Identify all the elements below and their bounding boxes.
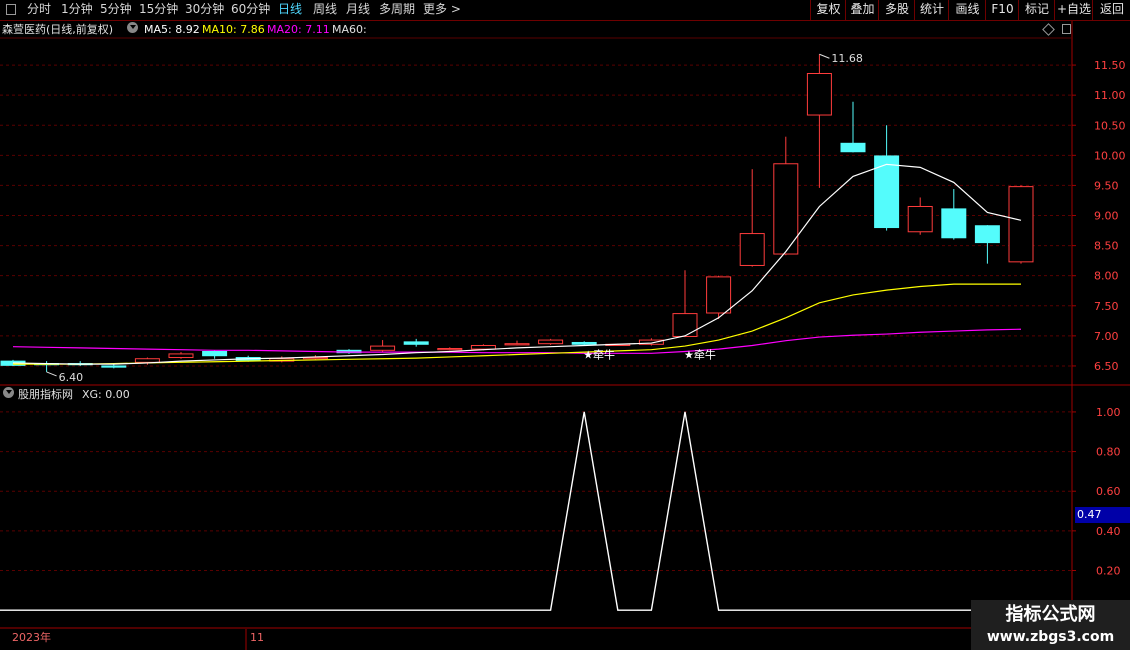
ma60-label: MA60:: [332, 23, 367, 36]
month-label: 11: [250, 631, 264, 644]
candle-body-21: [706, 276, 732, 314]
period-tab-5[interactable]: 60分钟: [231, 1, 270, 18]
candle-body-20: [672, 313, 698, 337]
candle-body-14: [470, 344, 496, 350]
sub-tick-label-1: 0.80: [1096, 446, 1121, 459]
watermark-url: www.zbgs3.com: [986, 629, 1115, 645]
toolbar-button-0[interactable]: 复权: [810, 0, 846, 20]
toolbar-button-4[interactable]: 画线: [948, 0, 986, 20]
toolbar-toggle-icon[interactable]: [6, 4, 16, 15]
period-tab-0[interactable]: 分时: [27, 1, 51, 18]
sub-indicator-dropdown-icon[interactable]: [3, 387, 14, 398]
period-tab-6[interactable]: 日线: [278, 1, 302, 18]
sub-tick-label-2: 0.60: [1096, 485, 1121, 498]
toolbar-button-5[interactable]: F10: [985, 0, 1019, 20]
period-tab-3[interactable]: 15分钟: [139, 1, 178, 18]
candle-body-25: [840, 142, 866, 153]
candle-body-24: [806, 73, 832, 116]
sub-tick-label-4: 0.20: [1096, 565, 1121, 578]
toolbar-button-3[interactable]: 统计: [914, 0, 949, 20]
signal-label-20: ★牵牛: [684, 348, 716, 362]
candle-body-11: [370, 345, 396, 351]
kline-chart[interactable]: 11.50 11.00 10.50 10.00 9.50 9.00 8.50 8.00 7.50…: [0, 0, 1130, 650]
candle-body-29: [974, 225, 1000, 244]
ma5-label: MA5: 8.92: [144, 23, 200, 36]
main-tick-label-2: 10.50: [1094, 119, 1126, 132]
ma20-label: MA20: 7.11: [267, 23, 330, 36]
main-tick-label-10: 6.50: [1094, 360, 1119, 373]
sub-tick-label-0: 1.00: [1096, 406, 1121, 419]
candle-body-12: [403, 341, 429, 345]
period-tab-1[interactable]: 1分钟: [61, 1, 93, 18]
signal-label-17: ★牵牛: [583, 348, 615, 362]
toolbar-button-1[interactable]: 叠加: [845, 0, 879, 20]
high-price-label: 11.68: [831, 52, 863, 65]
toolbar-button-8[interactable]: 返回: [1092, 0, 1130, 20]
settings-icon[interactable]: [1062, 24, 1071, 34]
period-tab-4[interactable]: 30分钟: [185, 1, 224, 18]
period-tab-9[interactable]: 多周期: [379, 1, 415, 18]
candle-body-16: [538, 339, 564, 345]
main-tick-label-6: 8.50: [1094, 240, 1119, 253]
ma10-label: MA10: 7.86: [202, 23, 265, 36]
watermark-title: 指标公式网: [1005, 604, 1096, 625]
main-tick-label-4: 9.50: [1094, 179, 1119, 192]
period-toolbar: 分时 1分钟 5分钟 15分钟 30分钟 60分钟 日线 周线 月线 多周期 更多 > 复权 叠加 多股统…: [0, 0, 1130, 21]
candle-body-17: [571, 341, 597, 345]
candle-body-6: [202, 351, 228, 357]
year-label: 2023年: [12, 631, 51, 644]
low-price-label: 6.40: [59, 371, 84, 384]
main-tick-label-3: 10.00: [1094, 149, 1126, 162]
toolbar-button-7[interactable]: +自选: [1054, 0, 1093, 20]
main-tick-label-8: 7.50: [1094, 300, 1119, 313]
main-tick-label-0: 11.50: [1094, 59, 1126, 72]
xg-line: [0, 411, 1021, 611]
candle-body-15: [504, 343, 530, 346]
watermark: 指标公式网 www.zbgs3.com: [971, 600, 1130, 650]
main-tick-label-5: 9.00: [1094, 210, 1119, 223]
period-tab-7[interactable]: 周线: [313, 1, 337, 18]
current-value-label: 0.47: [1077, 508, 1102, 521]
candle-body-13: [437, 347, 463, 351]
stock-name: 森萱医药(日线,前复权): [2, 23, 114, 36]
candle-body-22: [739, 233, 765, 266]
sub-indicator-name: 股朋指标网: [18, 388, 73, 401]
xg-value: XG: 0.00: [82, 388, 130, 401]
main-tick-label-7: 8.00: [1094, 270, 1119, 283]
indicator-dropdown-icon[interactable]: [127, 22, 138, 33]
candle-body-5: [168, 353, 194, 359]
main-tick-label-9: 7.00: [1094, 330, 1119, 343]
period-tab-8[interactable]: 月线: [346, 1, 370, 18]
low-pointer: [46, 371, 57, 377]
toolbar-button-2[interactable]: 多股: [878, 0, 915, 20]
main-tick-label-1: 11.00: [1094, 89, 1126, 102]
candle-body-27: [907, 205, 933, 233]
candle-body-26: [874, 155, 900, 229]
sub-tick-label-3: 0.40: [1096, 525, 1121, 538]
candle-body-3: [101, 365, 127, 368]
candle-body-4: [134, 358, 160, 363]
candle-body-30: [1008, 186, 1034, 263]
high-pointer: [819, 53, 830, 59]
period-tab-10[interactable]: 更多 >: [423, 1, 461, 18]
candle-body-28: [941, 208, 967, 239]
toolbar-button-6[interactable]: 标记: [1018, 0, 1055, 20]
period-tab-2[interactable]: 5分钟: [100, 1, 132, 18]
